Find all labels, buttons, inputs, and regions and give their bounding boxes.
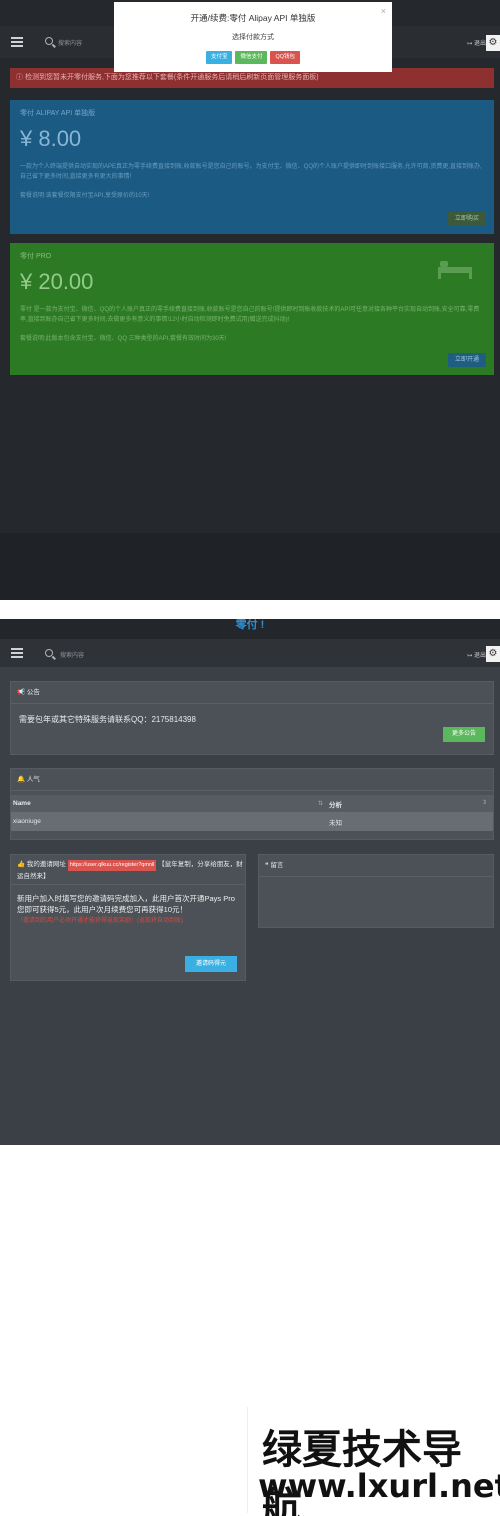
plan-note: 套餐说明:此版本包含支付宝、微信、QQ 三种类型的API,套餐有效时间为30天! [20, 336, 227, 342]
panel-header: 📢 公告 [11, 682, 493, 704]
gear-icon[interactable]: ⚙ [486, 646, 500, 662]
table-header: Name ⇅ 分析 ⇕ [11, 795, 493, 812]
bed-icon [438, 257, 472, 279]
panel-title: 人气 [26, 776, 40, 783]
megaphone-icon: 📢 [17, 689, 26, 696]
panel-title: 公告 [26, 689, 40, 696]
invite-red-note: （邀请到的用户必须开通才能获得返现奖励）(返现将自动到账) [17, 918, 183, 924]
top-navbar: 搜索内容 ↦ 退出 ⚙ [0, 639, 500, 667]
panel-header: ❝ 留言 [259, 855, 493, 877]
search-input[interactable]: 搜索内容 [60, 650, 84, 659]
plan-price: ¥ 20.00 [20, 269, 94, 294]
panel-title: 留言 [270, 862, 284, 869]
menu-icon[interactable] [11, 37, 23, 47]
plan-card-pro: 零付 PRO ¥ 20.00 零付 是一款为支付宝、微信、QQ的个人账户真正的零… [10, 243, 494, 375]
invite-body: 新用户加入时填写您的邀请码完成加入，此用户首次开通Pays Pro您即可获得5元… [11, 885, 245, 934]
cell-name: xiaoniuge [13, 818, 41, 825]
quote-icon: ❝ [265, 862, 269, 869]
invite-code-button[interactable]: 邀请码得元 [185, 956, 237, 972]
alipay-button[interactable]: 支付宝 [205, 51, 233, 64]
modal-title: 开通/续费:零付 Alipay API 单独版 [190, 13, 316, 23]
logout-button[interactable]: ↦ 退出 [467, 38, 486, 47]
invite-text: 新用户加入时填写您的邀请码完成加入，此用户首次开通Pays Pro您即可获得5元… [17, 894, 235, 914]
bell-icon: 🔔 [17, 776, 26, 783]
open-now-button[interactable]: 立即开通 [448, 353, 486, 367]
logout-label: 退出 [473, 653, 486, 659]
plan-description: 一款为个人终端提供自动实现的APE真正为零手续费直接到账,收款账号是您自己的账号… [20, 164, 482, 180]
info-icon: ⓘ [16, 74, 23, 81]
search-icon[interactable] [45, 649, 53, 657]
modal-subtitle: 选择付款方式 [232, 34, 274, 41]
sort-icon[interactable]: ⇕ [482, 799, 487, 806]
cell-analysis: 未知 [329, 819, 342, 827]
invite-title: 我的邀请网址 [26, 861, 66, 868]
column-header-analysis[interactable]: 分析 ⇕ [329, 799, 493, 809]
popularity-panel: 🔔 人气 Name ⇅ 分析 ⇕ xiaoniuge 未知 [10, 768, 494, 840]
close-icon[interactable]: × [381, 6, 386, 16]
search-icon[interactable] [45, 37, 53, 45]
more-notices-button[interactable]: 更多公告 [443, 727, 485, 742]
alert-text: 检测到您暂未开零付服务,下面为您推荐以下套餐(条件开通服务后请稍后刷新页面管理服… [24, 74, 319, 81]
panel-header: 🔔 人气 [11, 769, 493, 791]
logout-button[interactable]: ↦ 退出 [467, 650, 486, 659]
table-row[interactable]: xiaoniuge 未知 [11, 812, 493, 831]
payment-method-modal: × 开通/续费:零付 Alipay API 单独版 选择付款方式 支付宝 微信支… [114, 2, 392, 72]
comments-panel: ❝ 留言 [258, 854, 494, 928]
plan-note: 套餐说明:该套餐仅限支付宝API,享受原价的10天! [20, 193, 150, 199]
thumbs-up-icon: 👍 [17, 861, 26, 868]
brand-title: 零付 ! [0, 619, 500, 639]
watermark-line-2: www.lxurl.net [258, 1467, 500, 1505]
plan-description: 零付 是一款为支付宝、微信、QQ的个人账户真正的零手续费直接到账,收款账号是您自… [20, 307, 480, 323]
page-footer [0, 533, 500, 600]
page-footer [0, 1079, 500, 1145]
panel-header: 👍 我的邀请网址 https://user.qlkuu.cc/register?… [11, 855, 245, 885]
plan-label: 零付 PRO [20, 253, 52, 260]
invite-url[interactable]: https://user.qlkuu.cc/register?qmnll [67, 860, 157, 871]
plan-label: 零付 ALIPAY API 单独版 [20, 110, 96, 117]
screenshot-dashboard: 零付 ! 搜索内容 ↦ 退出 ⚙ 📢 公告 需要包年或其它特殊服务请联系QQ：2… [0, 619, 500, 1145]
search-input[interactable]: 搜索内容 [58, 38, 82, 47]
wechat-pay-button[interactable]: 微信支付 [235, 51, 268, 64]
menu-icon[interactable] [11, 648, 23, 658]
site-watermark: 绿夏技术导航 www.lxurl.net [247, 1407, 500, 1516]
notice-panel: 📢 公告 需要包年或其它特殊服务请联系QQ：2175814398 更多公告 [10, 681, 494, 755]
plan-price: ¥ 8.00 [20, 126, 82, 151]
sort-icon[interactable]: ⇅ [318, 800, 323, 807]
logout-label: 退出 [473, 41, 486, 47]
invite-panel: 👍 我的邀请网址 https://user.qlkuu.cc/register?… [10, 854, 246, 981]
screenshot-plan-selection: 搜索内容 ↦ 退出 ⚙ ⓘ 检测到您暂未开零付服务,下面为您推荐以下套餐(条件开… [0, 0, 500, 600]
qq-wallet-button[interactable]: QQ钱包 [270, 51, 301, 64]
plan-card-alipay-api: 零付 ALIPAY API 单独版 ¥ 8.00 一款为个人终端提供自动实现的A… [10, 100, 494, 234]
notice-text: 需要包年或其它特殊服务请联系QQ：2175814398 [19, 715, 196, 724]
column-header-name[interactable]: Name ⇅ [11, 800, 329, 807]
payment-buttons: 支付宝 微信支付 QQ钱包 [114, 51, 392, 64]
gear-icon[interactable]: ⚙ [486, 35, 500, 51]
buy-now-button[interactable]: 立即购买 [448, 212, 486, 226]
